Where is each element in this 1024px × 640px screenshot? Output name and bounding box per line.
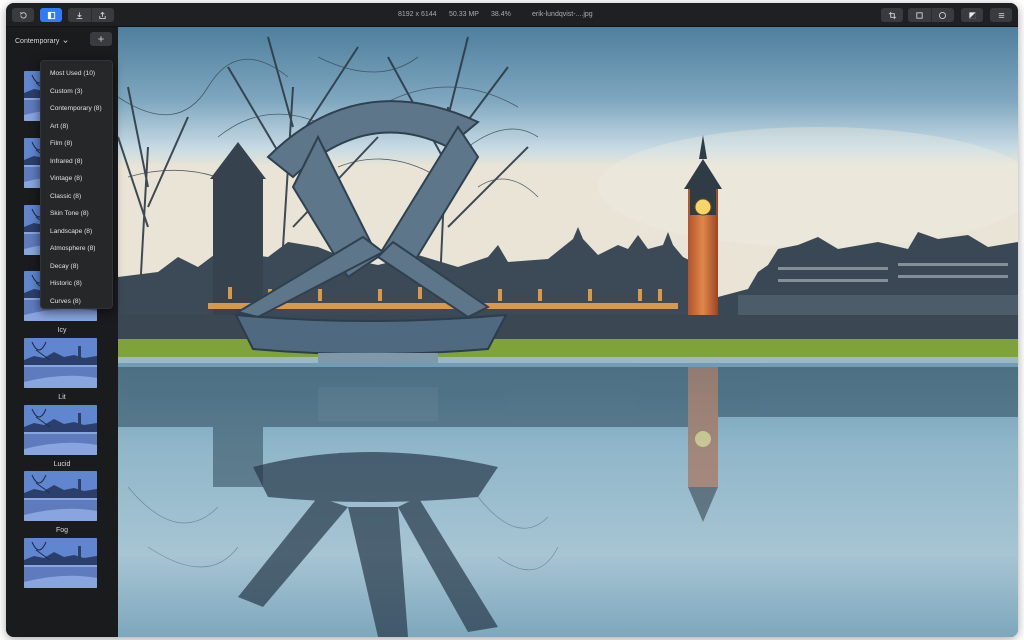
crop-icon — [888, 11, 896, 19]
compare-icon — [968, 11, 976, 19]
plus-icon — [98, 36, 104, 42]
menu-item-skin-tone[interactable]: Skin Tone (8) — [41, 205, 112, 223]
image-megapixels: 50.33 MP — [449, 11, 479, 18]
preset-thumbnail-lucid[interactable] — [24, 471, 97, 521]
photo-image — [118, 27, 1018, 637]
preset-label: Icy — [57, 327, 67, 334]
menu-item-infrared[interactable]: Infrared (8) — [41, 153, 112, 171]
add-preset-button[interactable] — [90, 32, 112, 46]
preset-thumbnail-icy[interactable] — [24, 338, 97, 388]
hamburger-icon — [998, 12, 1004, 18]
circle-icon — [938, 11, 947, 19]
share-icon — [99, 11, 106, 19]
rect-mask-button[interactable] — [908, 11, 931, 20]
menu-item-vintage[interactable]: Vintage (8) — [41, 170, 112, 188]
file-name: erik-lundqvist-....jpg — [532, 11, 593, 18]
menu-item-historic[interactable]: Historic (8) — [41, 275, 112, 293]
sidebar-toggle-button[interactable] — [40, 8, 62, 22]
preset-category-select[interactable]: Contemporary — [15, 35, 69, 47]
preset-thumbnail-fog[interactable] — [24, 538, 97, 588]
preset-label: Lucid — [53, 461, 71, 468]
share-button[interactable] — [91, 11, 114, 20]
preset-label: Lit — [58, 394, 66, 401]
radial-mask-button[interactable] — [931, 11, 954, 20]
download-icon — [76, 11, 83, 19]
menu-item-landscape[interactable]: Landscape (8) — [41, 223, 112, 241]
preset-category-menu: Most Used (10) Custom (3) Contemporary (… — [40, 60, 113, 309]
menu-item-most-used[interactable]: Most Used (10) — [41, 65, 112, 83]
menu-item-decay[interactable]: Decay (8) — [41, 258, 112, 276]
crop-button[interactable] — [881, 8, 903, 22]
zoom-level: 38.4% — [491, 11, 511, 18]
menu-item-atmosphere[interactable]: Atmosphere (8) — [41, 240, 112, 258]
compare-button[interactable] — [961, 8, 983, 22]
menu-item-curves[interactable]: Curves (8) — [41, 293, 112, 311]
import-button[interactable] — [68, 11, 91, 20]
square-icon — [916, 11, 923, 19]
menu-item-film[interactable]: Film (8) — [41, 135, 112, 153]
menu-item-classic[interactable]: Classic (8) — [41, 188, 112, 206]
menu-item-custom[interactable]: Custom (3) — [41, 83, 112, 101]
menu-item-contemporary[interactable]: Contemporary (8) — [41, 100, 112, 118]
history-button[interactable] — [12, 8, 34, 22]
history-icon — [19, 11, 27, 18]
preset-category-label: Contemporary — [15, 37, 60, 45]
preset-thumbnail-lit[interactable] — [24, 405, 97, 455]
app-window: 8192 x 6144 50.33 MP 38.4% erik-lundqvis… — [6, 3, 1018, 637]
menu-item-art[interactable]: Art (8) — [41, 118, 112, 136]
preset-label: Fog — [55, 527, 69, 534]
chevron-down-icon — [63, 39, 68, 43]
toolbar: 8192 x 6144 50.33 MP 38.4% erik-lundqvis… — [6, 3, 1018, 27]
image-dimensions: 8192 x 6144 — [398, 11, 437, 18]
menu-button[interactable] — [990, 8, 1012, 22]
photo-canvas[interactable] — [118, 27, 1018, 637]
sidebar-icon — [47, 11, 55, 19]
